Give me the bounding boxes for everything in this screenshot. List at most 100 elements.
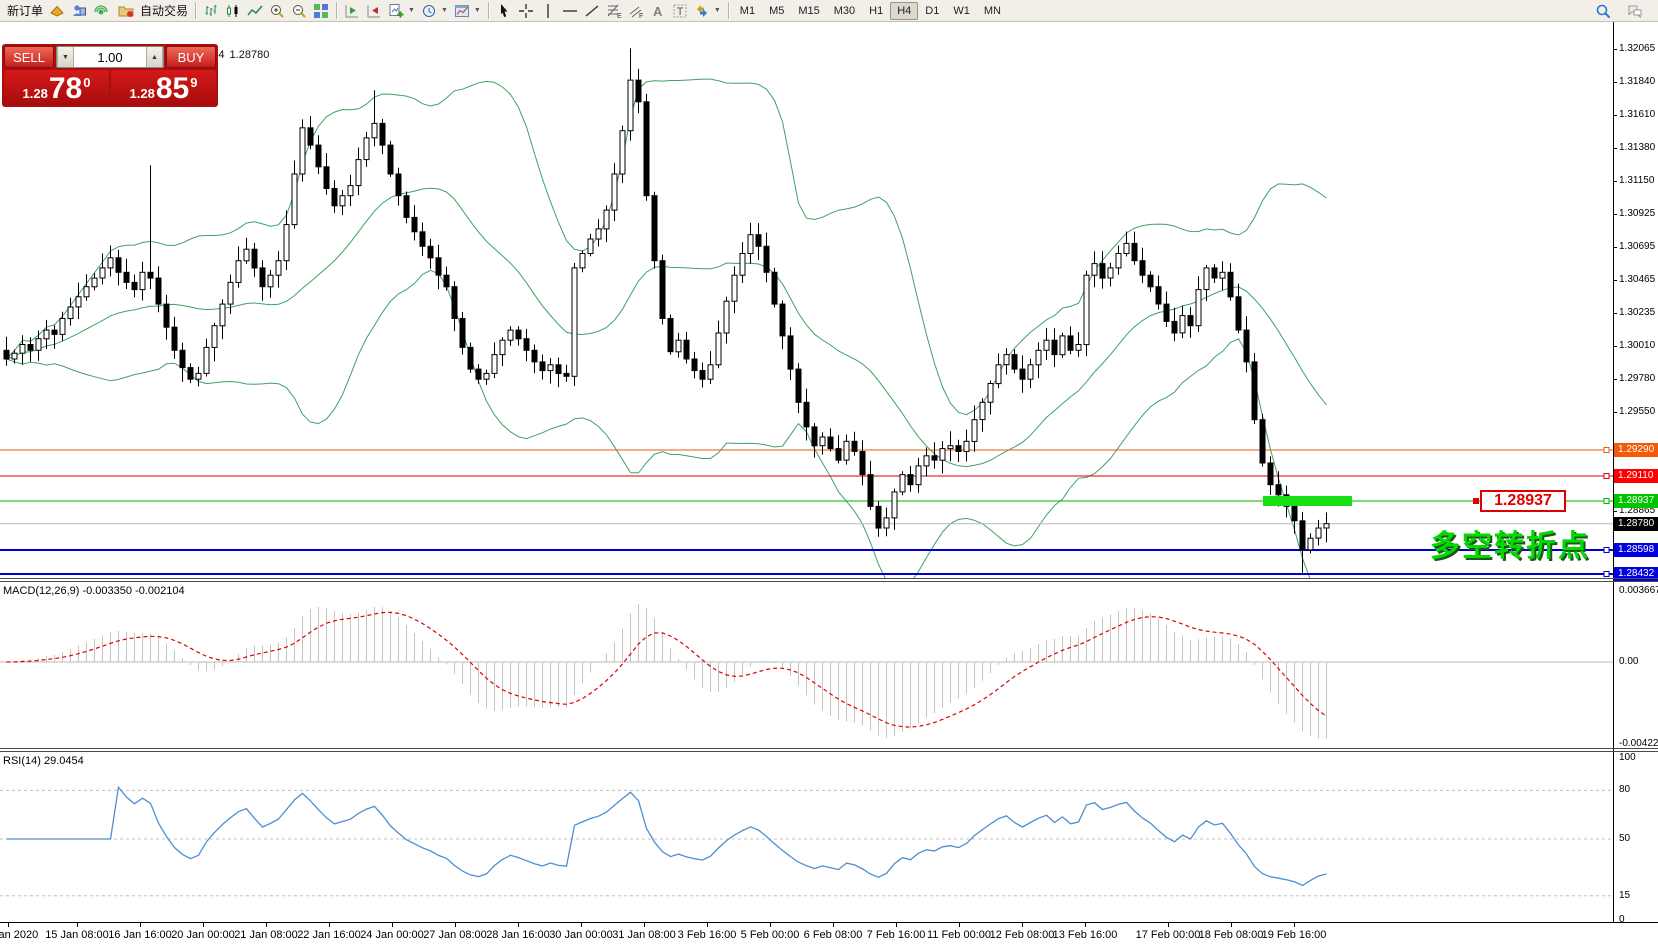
chart-line-icon[interactable] bbox=[244, 1, 266, 21]
line-handle[interactable] bbox=[1604, 548, 1609, 553]
timeframe-w1[interactable]: W1 bbox=[946, 2, 977, 20]
autotrade-icon[interactable] bbox=[115, 1, 137, 21]
fibonacci-icon[interactable]: E bbox=[603, 1, 625, 21]
panel-separator[interactable] bbox=[0, 581, 1658, 582]
timeframe-m30[interactable]: M30 bbox=[827, 2, 862, 20]
volume-increase-button[interactable]: ▲ bbox=[146, 47, 163, 67]
timeframe-mn[interactable]: MN bbox=[977, 2, 1008, 20]
zoom-in-icon[interactable] bbox=[266, 1, 288, 21]
mq-logo-icon[interactable] bbox=[46, 1, 68, 21]
candle-body bbox=[1036, 350, 1041, 365]
candle-body bbox=[1012, 355, 1017, 370]
chevron-down-icon[interactable]: ▼ bbox=[474, 7, 481, 14]
cursor-icon[interactable] bbox=[493, 1, 515, 21]
chat-icon[interactable] bbox=[1624, 1, 1646, 21]
candle-body bbox=[532, 350, 537, 362]
panel-separator[interactable] bbox=[0, 751, 1658, 752]
chart-candles-icon[interactable] bbox=[222, 1, 244, 21]
timeframe-m15[interactable]: M15 bbox=[791, 2, 826, 20]
volume-decrease-button[interactable]: ▼ bbox=[57, 47, 74, 67]
axis-tick bbox=[1613, 313, 1617, 314]
bollinger-lower-band bbox=[7, 270, 1327, 578]
candle-body bbox=[852, 441, 857, 451]
candlestick-chart[interactable] bbox=[0, 22, 1613, 578]
candle-body bbox=[1068, 336, 1073, 350]
candle-body bbox=[868, 475, 873, 507]
candle-body bbox=[124, 272, 129, 282]
candle-body bbox=[740, 254, 745, 276]
text-icon[interactable]: A bbox=[647, 1, 669, 21]
new-chart-icon[interactable]: ▼ bbox=[385, 1, 418, 21]
candle-body bbox=[1268, 463, 1273, 485]
line-handle[interactable] bbox=[1604, 499, 1609, 504]
new-order-button[interactable]: 新订单 bbox=[4, 1, 46, 21]
crosshair-icon[interactable] bbox=[515, 1, 537, 21]
signals-icon[interactable] bbox=[90, 1, 112, 21]
candle-body bbox=[764, 246, 769, 272]
zoom-out-icon[interactable] bbox=[288, 1, 310, 21]
arrows-icon[interactable]: ▼ bbox=[691, 1, 724, 21]
trendline-icon[interactable] bbox=[581, 1, 603, 21]
highlight-rectangle[interactable] bbox=[1263, 496, 1352, 506]
timeframe-h4[interactable]: H4 bbox=[890, 2, 918, 20]
chevron-down-icon[interactable]: ▼ bbox=[408, 7, 415, 14]
time-tick bbox=[1022, 923, 1023, 927]
timeframe-buttons: M1M5M15M30H1H4D1W1MN bbox=[733, 2, 1008, 20]
candle-body bbox=[484, 373, 489, 379]
price-callout-label[interactable]: 1.28937 bbox=[1480, 490, 1566, 512]
time-tick-label: 18 Feb 08:00 bbox=[1199, 929, 1264, 941]
chart-shift-icon[interactable] bbox=[363, 1, 385, 21]
timeframe-m5[interactable]: M5 bbox=[762, 2, 791, 20]
accounts-icon[interactable] bbox=[68, 1, 90, 21]
vline-icon[interactable] bbox=[537, 1, 559, 21]
line-handle[interactable] bbox=[1604, 448, 1609, 453]
candle-body bbox=[164, 304, 169, 327]
candle-body bbox=[956, 446, 961, 452]
auto-scroll-icon[interactable] bbox=[341, 1, 363, 21]
candle-body bbox=[1060, 336, 1065, 355]
volume-value[interactable]: 1.00 bbox=[74, 47, 146, 67]
templates-icon[interactable]: ▼ bbox=[451, 1, 484, 21]
axis-tick bbox=[1613, 379, 1617, 380]
tile-windows-icon[interactable] bbox=[310, 1, 332, 21]
candle-body bbox=[1188, 316, 1193, 326]
price-axis[interactable]: 1.320651.318401.316101.313801.311501.309… bbox=[1613, 22, 1658, 922]
periods-icon[interactable]: ▼ bbox=[418, 1, 451, 21]
search-icon[interactable] bbox=[1592, 1, 1614, 21]
panel-separator[interactable] bbox=[0, 748, 1658, 749]
rsi-panel[interactable] bbox=[0, 753, 1613, 922]
chevron-down-icon[interactable]: ▼ bbox=[714, 7, 721, 14]
panel-separator[interactable] bbox=[0, 578, 1658, 579]
time-tick bbox=[8, 923, 9, 927]
candle-body bbox=[676, 340, 681, 352]
candle-body bbox=[396, 174, 401, 196]
line-handle[interactable] bbox=[1604, 572, 1609, 577]
sell-button[interactable]: SELL bbox=[4, 46, 54, 68]
macd-panel[interactable] bbox=[0, 583, 1613, 748]
time-axis[interactable]: 14 Jan 202015 Jan 08:0016 Jan 16:0020 Ja… bbox=[0, 922, 1658, 946]
sell-price-pip: 0 bbox=[83, 75, 90, 90]
candle-body bbox=[756, 235, 761, 247]
chevron-down-icon[interactable]: ▼ bbox=[441, 7, 448, 14]
timeframe-d1[interactable]: D1 bbox=[918, 2, 946, 20]
candle-body bbox=[1004, 355, 1009, 365]
sell-price[interactable]: 1.28 78 0 bbox=[4, 70, 109, 105]
channels-icon[interactable]: F bbox=[625, 1, 647, 21]
callout-handle[interactable] bbox=[1473, 498, 1479, 504]
candle-body bbox=[804, 402, 809, 427]
timeframe-m1[interactable]: M1 bbox=[733, 2, 762, 20]
text-label-icon[interactable]: T bbox=[669, 1, 691, 21]
candle-body bbox=[700, 371, 705, 380]
chart-bars-icon[interactable] bbox=[200, 1, 222, 21]
candle-body bbox=[788, 336, 793, 369]
candle-body bbox=[924, 456, 929, 466]
buy-button[interactable]: BUY bbox=[166, 46, 216, 68]
candle-body bbox=[932, 456, 937, 460]
line-handle[interactable] bbox=[1604, 474, 1609, 479]
timeframe-h1[interactable]: H1 bbox=[862, 2, 890, 20]
candle-body bbox=[212, 326, 217, 348]
candle-body bbox=[1228, 272, 1233, 297]
hline-icon[interactable] bbox=[559, 1, 581, 21]
autotrade-button[interactable]: 自动交易 bbox=[112, 1, 191, 21]
buy-price[interactable]: 1.28 85 9 bbox=[111, 70, 216, 105]
